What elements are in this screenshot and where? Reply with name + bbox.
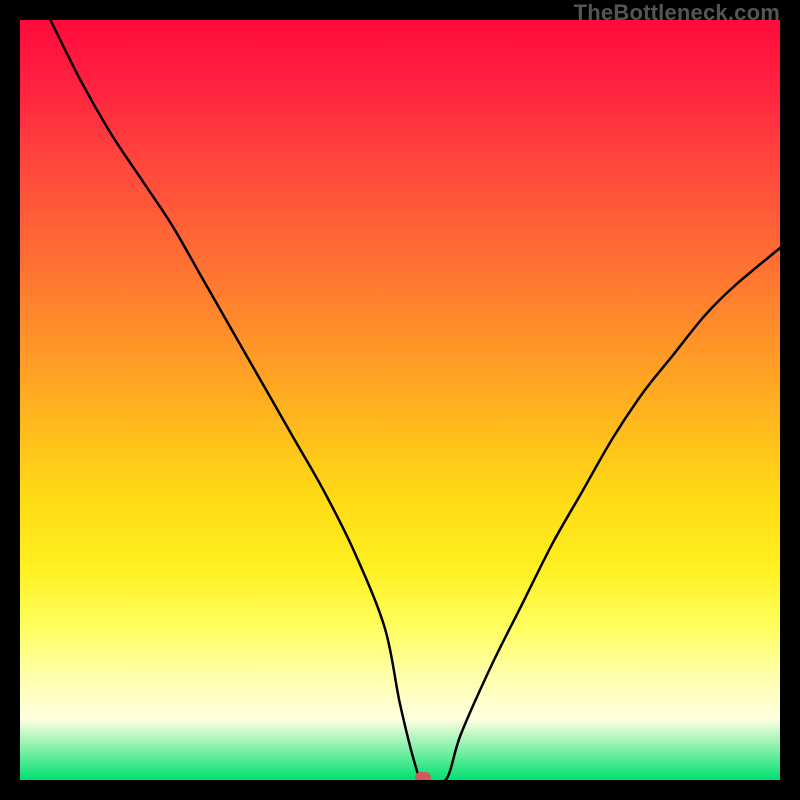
chart-frame: TheBottleneck.com	[0, 0, 800, 800]
watermark-text: TheBottleneck.com	[574, 0, 780, 26]
min-point-marker	[415, 772, 431, 780]
bottleneck-curve	[20, 20, 780, 780]
plot-area	[20, 20, 780, 780]
